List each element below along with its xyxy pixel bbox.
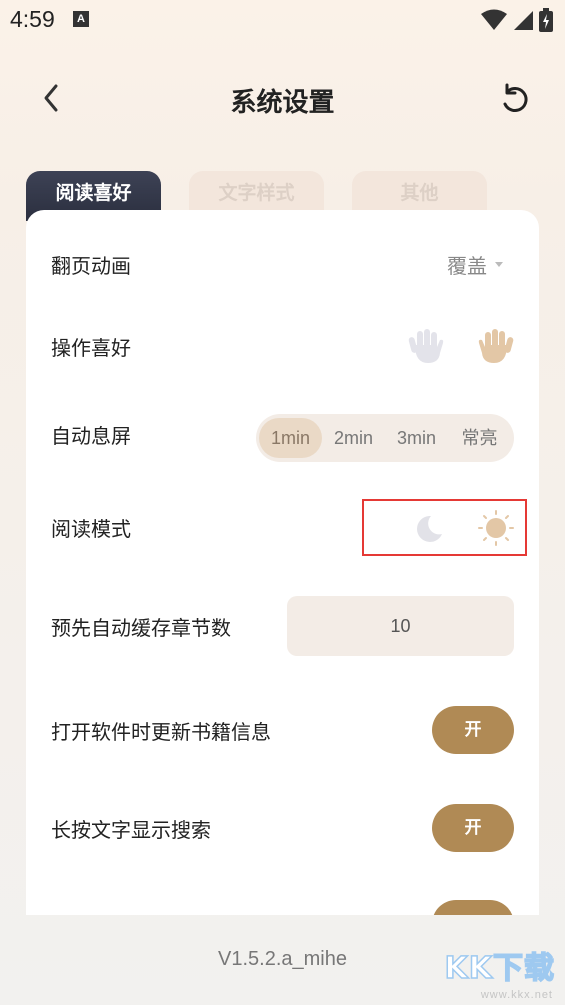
setting-page-animation: 翻页动画 覆盖 xyxy=(26,248,539,278)
setting-operation-preference: 操作喜好 xyxy=(26,322,539,372)
page-title: 系统设置 xyxy=(230,88,335,118)
screen-off-option-always[interactable]: 常亮 xyxy=(448,418,511,458)
setting-update-book-info: 打开软件时更新书籍信息 开 xyxy=(26,706,539,754)
status-icons xyxy=(481,8,553,32)
status-bar: 4:59 A xyxy=(0,0,565,40)
precache-chapters-input[interactable]: 10 xyxy=(287,596,514,656)
watermark-logo: KK下载 xyxy=(444,950,555,987)
left-hand-option[interactable] xyxy=(407,327,447,367)
long-press-search-label: 长按文字显示搜索 xyxy=(51,818,211,842)
battery-charging-icon xyxy=(539,8,553,32)
reading-mode-highlight-box xyxy=(362,499,527,556)
cellular-signal-icon xyxy=(514,11,533,30)
update-book-info-label: 打开软件时更新书籍信息 xyxy=(51,720,271,744)
page-animation-label: 翻页动画 xyxy=(51,254,131,278)
header: 系统设置 xyxy=(0,60,565,140)
auto-screen-off-segmented: 1min 2min 3min 常亮 xyxy=(256,414,514,462)
watermark-url: www.kkx.net xyxy=(480,989,553,1001)
right-hand-icon xyxy=(478,329,514,363)
screen-off-option-3min[interactable]: 3min xyxy=(385,418,448,458)
page-animation-select[interactable]: 覆盖 xyxy=(447,250,487,279)
dropdown-arrow-icon xyxy=(495,262,503,267)
right-hand-option[interactable] xyxy=(475,327,515,367)
reading-mode-label: 阅读模式 xyxy=(51,517,131,541)
watermark: KK下载 www.kkx.net xyxy=(441,943,561,1003)
long-press-search-toggle[interactable]: 开 xyxy=(432,804,514,852)
reset-button[interactable] xyxy=(495,80,535,120)
refresh-icon xyxy=(503,83,528,112)
auto-screen-off-label: 自动息屏 xyxy=(51,424,131,448)
settings-card: 翻页动画 覆盖 操作喜好 自动息屏 1min 2min 3min 常亮 阅读模式… xyxy=(26,210,539,915)
setting-precache-chapters: 预先自动缓存章节数 10 xyxy=(26,596,539,656)
update-book-info-toggle[interactable]: 开 xyxy=(432,706,514,754)
wifi-icon xyxy=(481,9,507,30)
settings-tabs: 阅读喜好 文字样式 其他 xyxy=(26,171,487,221)
setting-auto-screen-off: 自动息屏 1min 2min 3min 常亮 xyxy=(26,414,539,462)
status-time: 4:59 xyxy=(10,6,55,32)
precache-chapters-label: 预先自动缓存章节数 xyxy=(51,616,231,640)
left-hand-icon xyxy=(408,329,444,363)
next-setting-toggle-partial[interactable] xyxy=(432,900,514,915)
operation-preference-label: 操作喜好 xyxy=(51,336,131,360)
screen-off-option-1min[interactable]: 1min xyxy=(259,418,322,458)
notification-badge-icon: A xyxy=(73,11,89,27)
setting-long-press-search: 长按文字显示搜索 开 xyxy=(26,804,539,852)
screen-off-option-2min[interactable]: 2min xyxy=(322,418,385,458)
